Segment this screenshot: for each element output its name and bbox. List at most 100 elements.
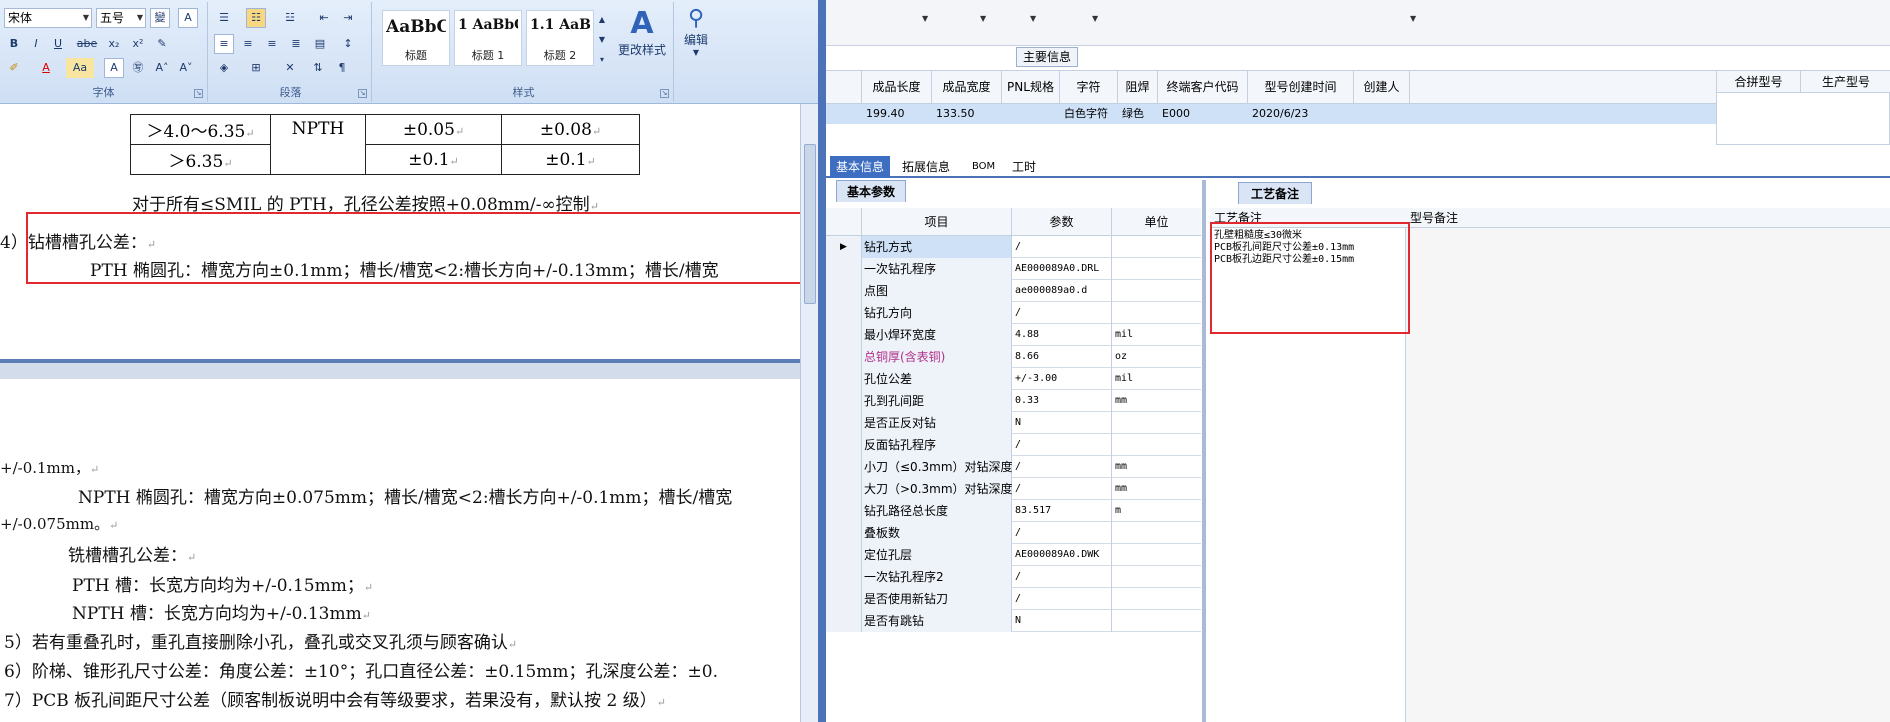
row-selector[interactable]: [826, 412, 862, 434]
column-header[interactable]: 字符: [1060, 71, 1118, 104]
column-header[interactable]: 成品宽度: [932, 71, 1002, 104]
change-styles-button[interactable]: A 更改样式: [612, 6, 672, 58]
table-row[interactable]: 是否使用新钻刀 /: [826, 588, 1201, 610]
highlight-icon[interactable]: ✐: [4, 58, 24, 78]
underline-button[interactable]: U: [48, 34, 68, 54]
dialog-launcher-icon[interactable]: ↘: [194, 89, 203, 98]
param-value[interactable]: AE000089A0.DRL: [1012, 258, 1112, 280]
subscript-button[interactable]: x₂: [104, 34, 124, 54]
column-header[interactable]: 型号创建时间: [1248, 71, 1354, 104]
model-remark-textbox[interactable]: [1406, 228, 1890, 722]
font-size-combo[interactable]: 五号 ▼: [96, 8, 146, 28]
sort-icon[interactable]: ⇅: [308, 58, 328, 78]
param-unit[interactable]: mil: [1112, 324, 1201, 346]
cell-creator[interactable]: [1354, 104, 1410, 124]
table-row[interactable]: 叠板数 /: [826, 522, 1201, 544]
row-selector[interactable]: [826, 368, 862, 390]
cell-silkscreen[interactable]: 白色字符: [1060, 104, 1118, 124]
dialog-launcher-icon[interactable]: ↘: [358, 89, 367, 98]
line-spacing-icon[interactable]: ↕: [338, 34, 358, 54]
italic-button[interactable]: I: [26, 34, 46, 54]
table-row[interactable]: 大刀（>0.3mm）对钻深度 / mm: [826, 478, 1201, 500]
row-selector[interactable]: [826, 478, 862, 500]
vertical-scrollbar[interactable]: [800, 104, 818, 722]
param-item[interactable]: 孔到孔间距: [862, 390, 1012, 412]
align-center-icon[interactable]: ≡: [238, 34, 258, 54]
multilevel-list-icon[interactable]: ☳: [280, 8, 300, 28]
param-item[interactable]: 钻孔方式: [862, 236, 1012, 258]
param-value[interactable]: 83.517: [1012, 500, 1112, 522]
column-header[interactable]: PNL规格: [1002, 71, 1060, 104]
enclose-char-icon[interactable]: ㊢: [128, 58, 148, 78]
tab-process-remark[interactable]: 工艺备注: [1238, 182, 1313, 204]
table-row[interactable]: 钻孔方向 /: [826, 302, 1201, 324]
char-shading-icon[interactable]: A: [104, 58, 124, 78]
table-row[interactable]: 是否正反对钻 N: [826, 412, 1201, 434]
chevron-down-icon[interactable]: ▼: [922, 14, 928, 23]
param-value[interactable]: N: [1012, 412, 1112, 434]
column-header[interactable]: 项目: [862, 208, 1012, 236]
tab-basic-params[interactable]: 基本参数: [836, 180, 907, 202]
table-row[interactable]: 是否有跳钻 N: [826, 610, 1201, 632]
param-unit[interactable]: mil: [1112, 368, 1201, 390]
param-unit[interactable]: [1112, 566, 1201, 588]
param-unit[interactable]: [1112, 434, 1201, 456]
param-value[interactable]: /: [1012, 302, 1112, 324]
param-value[interactable]: /: [1012, 456, 1112, 478]
table-row[interactable]: 点图 ae000089a0.d: [826, 280, 1201, 302]
style-card-heading1[interactable]: 1 AaBbC 标题 1: [454, 10, 522, 66]
param-item[interactable]: 总铜厚(含表铜): [862, 346, 1012, 368]
tab-extended-info[interactable]: 拓展信息: [896, 156, 956, 178]
decrease-indent-icon[interactable]: ⇤: [314, 8, 334, 28]
param-item[interactable]: 孔位公差: [862, 368, 1012, 390]
param-item[interactable]: 大刀（>0.3mm）对钻深度: [862, 478, 1013, 500]
row-selector[interactable]: [826, 610, 862, 632]
scroll-up-icon[interactable]: ▲: [596, 10, 608, 30]
chinese-layout-icon[interactable]: ✕: [280, 58, 300, 78]
param-item[interactable]: 钻孔路径总长度: [862, 500, 1012, 522]
numbering-icon[interactable]: ☷: [246, 8, 266, 28]
column-header[interactable]: 参数: [1012, 208, 1112, 236]
param-item[interactable]: 最小焊环宽度: [862, 324, 1012, 346]
column-header[interactable]: 阻焊: [1118, 71, 1158, 104]
grow-font-icon[interactable]: A˄: [152, 58, 172, 78]
bold-button[interactable]: B: [4, 34, 24, 54]
column-header[interactable]: 终端客户代码: [1158, 71, 1248, 104]
style-card-title[interactable]: AaBbC 标题: [382, 10, 450, 66]
param-item[interactable]: 是否有跳钻: [862, 610, 1012, 632]
param-item[interactable]: 一次钻孔程序: [862, 258, 1012, 280]
table-row[interactable]: 总铜厚(含表铜) 8.66 oz: [826, 346, 1201, 368]
document-page-upper[interactable]: ＞4.0～6.35↵ NPTH ±0.05↵ ±0.08↵ ＞6.35↵ ±0.…: [0, 104, 818, 359]
row-selector[interactable]: [826, 588, 862, 610]
cell-soldermask[interactable]: 绿色: [1118, 104, 1158, 124]
table-row[interactable]: 定位孔层 AE000089A0.DWK: [826, 544, 1201, 566]
column-header[interactable]: 创建人: [1354, 71, 1410, 104]
table-row[interactable]: 小刀（≤0.3mm）对钻深度 / mm: [826, 456, 1201, 478]
tab-basic-info[interactable]: 基本信息: [830, 156, 891, 178]
column-header[interactable]: 型号备注: [1410, 208, 1458, 228]
param-unit[interactable]: [1112, 302, 1201, 324]
param-unit[interactable]: mm: [1112, 456, 1201, 478]
char-border-icon[interactable]: A: [178, 8, 198, 28]
param-unit[interactable]: mm: [1112, 478, 1201, 500]
superscript-button[interactable]: x²: [128, 34, 148, 54]
row-selector[interactable]: [826, 258, 862, 280]
param-value[interactable]: AE000089A0.DWK: [1012, 544, 1112, 566]
param-unit[interactable]: m: [1112, 500, 1201, 522]
column-header[interactable]: 成品长度: [862, 71, 932, 104]
param-item[interactable]: 定位孔层: [862, 544, 1012, 566]
increase-indent-icon[interactable]: ⇥: [338, 8, 358, 28]
shading-icon[interactable]: ◈: [214, 58, 234, 78]
strikethrough-button[interactable]: abe: [74, 34, 100, 54]
param-value[interactable]: /: [1012, 478, 1112, 500]
param-unit[interactable]: [1112, 588, 1201, 610]
param-unit[interactable]: [1112, 522, 1201, 544]
scroll-down-icon[interactable]: ▼: [596, 30, 608, 50]
row-selector[interactable]: [826, 324, 862, 346]
param-value[interactable]: N: [1012, 610, 1112, 632]
table-row[interactable]: 孔到孔间距 0.33 mm: [826, 390, 1201, 412]
param-value[interactable]: +/-3.00: [1012, 368, 1112, 390]
clear-format-icon[interactable]: ✎: [152, 34, 172, 54]
align-left-icon[interactable]: ≡: [214, 34, 234, 54]
param-value[interactable]: /: [1012, 434, 1112, 456]
